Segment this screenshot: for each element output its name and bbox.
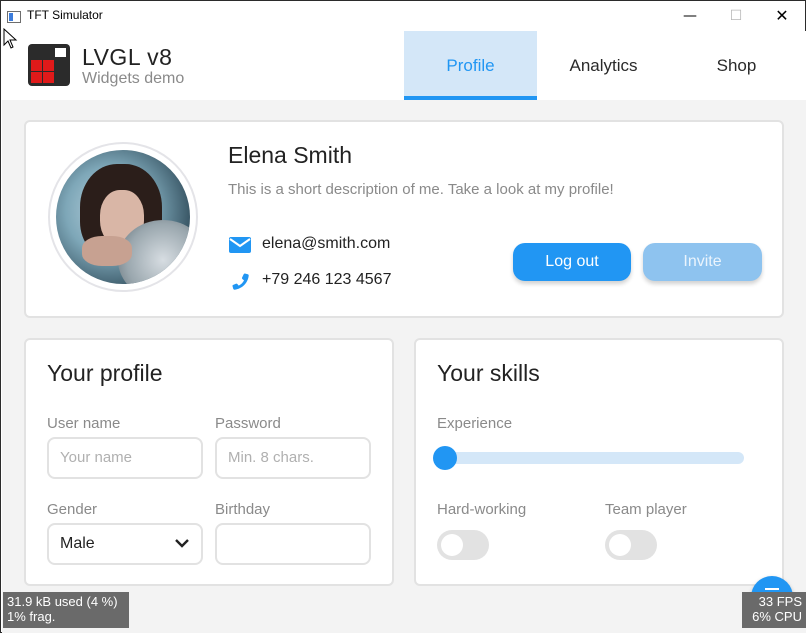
logout-button[interactable]: Log out: [513, 243, 631, 281]
avatar-image: [56, 150, 190, 284]
username-label: User name: [47, 415, 121, 432]
hard-working-switch[interactable]: [437, 530, 489, 560]
team-player-switch[interactable]: [605, 530, 657, 560]
password-field[interactable]: Min. 8 chars.: [215, 437, 371, 479]
birthday-field[interactable]: [215, 523, 371, 565]
your-profile-title: Your profile: [47, 360, 163, 386]
your-skills-title: Your skills: [437, 360, 540, 386]
chevron-down-icon: [175, 539, 189, 548]
your-skills-card: Your skills Experience Hard-working Team…: [414, 338, 784, 586]
gender-label: Gender: [47, 501, 98, 518]
tab-profile[interactable]: Profile: [404, 31, 537, 100]
performance-monitor: 33 FPS 6% CPU: [742, 592, 806, 628]
simulator-window: TFT Simulator — ☐ ✕ LVGL v8 Widgets demo…: [0, 0, 806, 633]
memory-frag: 1% frag.: [7, 609, 56, 624]
cpu-value: 6% CPU: [752, 609, 802, 624]
envelope-icon: [229, 237, 251, 253]
username-field[interactable]: Your name: [47, 437, 203, 479]
memory-used: 31.9 kB used (4 %): [7, 594, 118, 609]
experience-label: Experience: [437, 415, 513, 432]
close-button[interactable]: ✕: [759, 1, 805, 31]
hard-working-label: Hard-working: [437, 501, 527, 518]
phone-icon: [232, 273, 249, 290]
tab-shop[interactable]: Shop: [670, 31, 803, 100]
memory-monitor: 31.9 kB used (4 %) 1% frag.: [3, 592, 129, 628]
app-title: LVGL v8: [82, 44, 173, 70]
team-player-label: Team player: [605, 501, 687, 518]
experience-slider-knob[interactable]: [433, 446, 457, 470]
app-header: LVGL v8 Widgets demo Profile Analytics S…: [2, 31, 806, 100]
tab-analytics[interactable]: Analytics: [537, 31, 670, 100]
gender-dropdown[interactable]: Male: [47, 523, 203, 565]
fps-value: 33 FPS: [758, 594, 802, 609]
window-title: TFT Simulator: [27, 8, 103, 22]
minimize-button[interactable]: —: [667, 1, 713, 31]
title-bar: TFT Simulator — ☐ ✕: [1, 1, 805, 31]
lvgl-logo: [28, 44, 70, 86]
profile-description: This is a short description of me. Take …: [228, 181, 614, 198]
mouse-cursor-icon: [3, 28, 18, 49]
avatar: [48, 142, 198, 292]
widgets-demo: LVGL v8 Widgets demo Profile Analytics S…: [2, 31, 806, 633]
experience-slider[interactable]: [437, 452, 744, 464]
email-text: elena@smith.com: [262, 235, 391, 252]
profile-card: Elena Smith This is a short description …: [24, 120, 784, 318]
invite-button[interactable]: Invite: [643, 243, 762, 281]
profile-name: Elena Smith: [228, 142, 353, 168]
app-icon: [7, 11, 21, 23]
phone-text: +79 246 123 4567: [262, 271, 392, 288]
your-profile-card: Your profile User name Your name Passwor…: [24, 338, 394, 586]
app-subtitle: Widgets demo: [82, 70, 185, 87]
birthday-label: Birthday: [215, 501, 271, 518]
gender-value: Male: [60, 535, 95, 552]
maximize-button[interactable]: ☐: [713, 1, 759, 31]
password-label: Password: [215, 415, 281, 432]
